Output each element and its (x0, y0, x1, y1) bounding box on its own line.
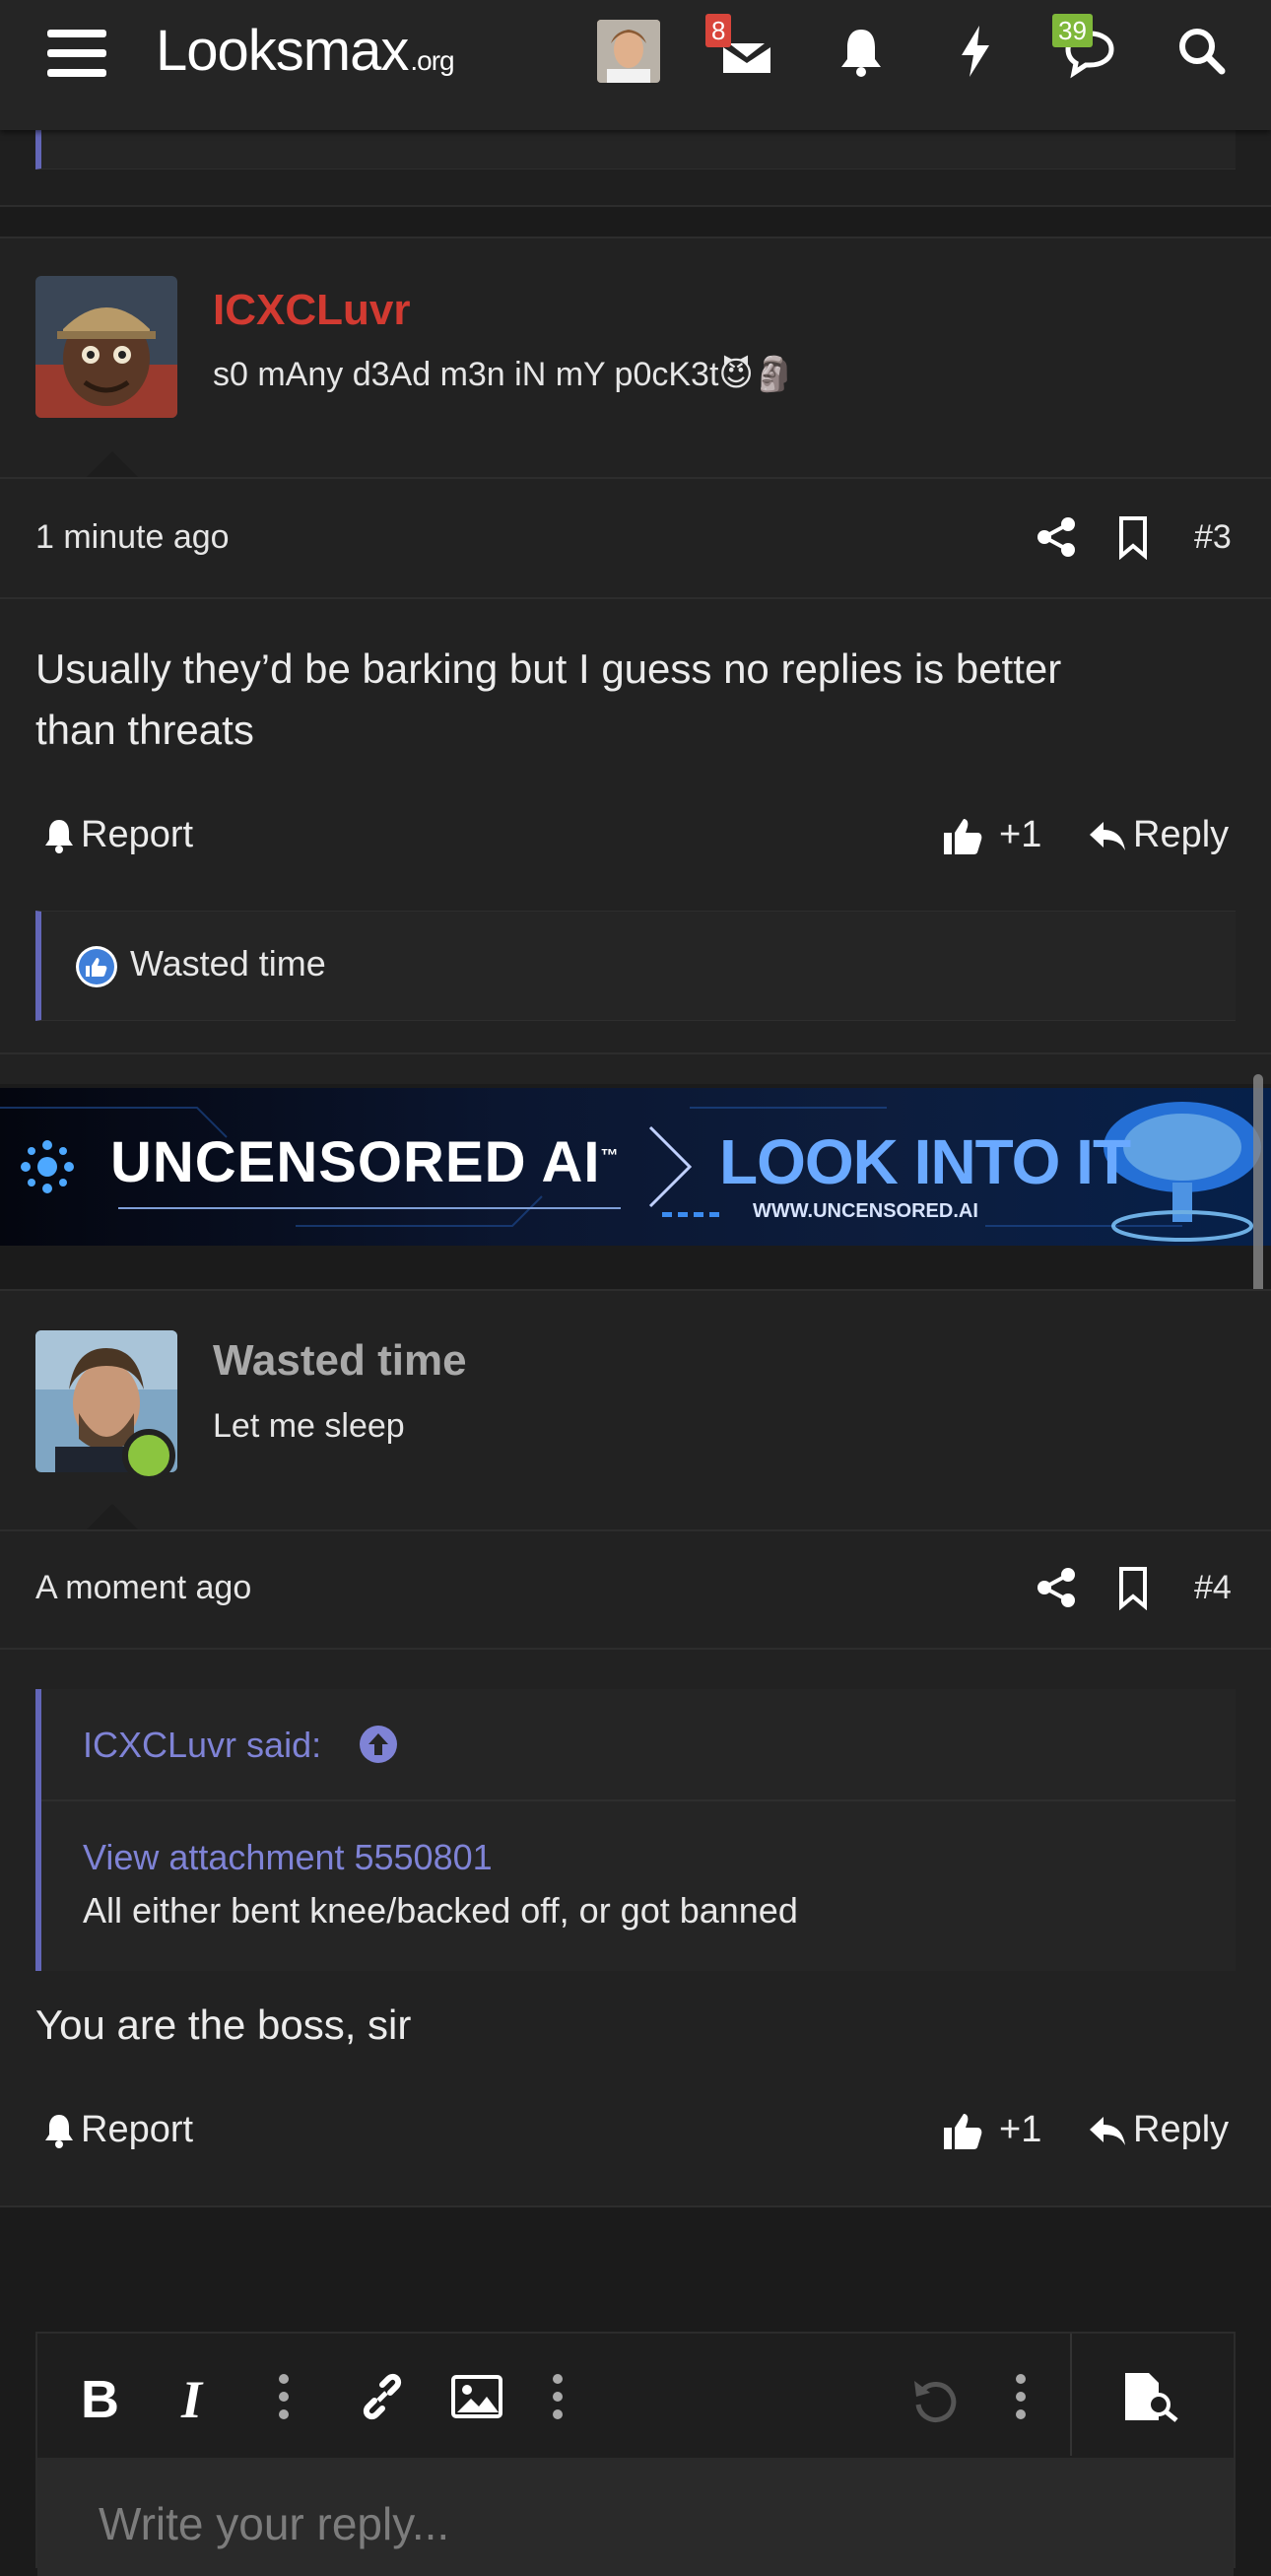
reply-arrow-icon (1090, 2116, 1125, 2145)
username-text: ICXCLuvr (213, 286, 411, 334)
bookmark-icon[interactable] (1115, 514, 1151, 561)
reply-input[interactable]: Write your reply... (37, 2458, 1234, 2576)
ad-left-text: UNCENSORED AI™ (110, 1129, 619, 1195)
previous-reaction-bar (35, 130, 1236, 169)
report-button[interactable]: Report (43, 814, 193, 856)
reply-button[interactable]: Reply (1088, 2109, 1229, 2151)
divider (0, 477, 1271, 479)
undo-icon[interactable] (908, 2373, 960, 2429)
divider (0, 597, 1271, 599)
image-icon[interactable] (451, 2375, 502, 2423)
thumbs-up-icon (944, 818, 982, 854)
menu-icon[interactable] (47, 30, 106, 79)
reaction-users[interactable]: Wasted time (130, 943, 326, 984)
post-time[interactable]: A moment ago (35, 1569, 251, 1607)
post-number[interactable]: #4 (1194, 1569, 1232, 1607)
quote-header[interactable]: ICXCLuvr said: (41, 1689, 1236, 1801)
share-icon[interactable] (1035, 1565, 1080, 1610)
bell-icon (45, 2114, 73, 2148)
more-text-options-icon[interactable] (276, 2373, 292, 2425)
ad-right-text: LOOK INTO IT (719, 1126, 1131, 1197)
like-reaction-icon (76, 946, 117, 987)
reply-button[interactable]: Reply (1088, 814, 1229, 856)
divider (0, 1648, 1271, 1650)
divider (0, 2205, 1271, 2207)
preview-icon[interactable] (1121, 2371, 1180, 2427)
jump-to-post-icon[interactable] (359, 1725, 398, 1764)
divider (0, 1052, 1271, 1054)
like-count: +1 (999, 814, 1042, 855)
logo-text: Looksmax (156, 19, 409, 83)
toolbar-separator (1070, 2334, 1072, 2456)
post-arrow (87, 451, 138, 477)
conversations-badge: 39 (1052, 14, 1093, 47)
account-avatar[interactable] (597, 20, 660, 83)
inbox-badge: 8 (705, 14, 732, 47)
logo-suffix: .org (410, 45, 454, 76)
share-icon[interactable] (1035, 514, 1080, 560)
bold-icon[interactable]: B (81, 2369, 119, 2430)
like-button[interactable]: +1 (942, 814, 1041, 856)
search-icon[interactable] (1171, 20, 1234, 83)
post-time[interactable]: 1 minute ago (35, 518, 230, 557)
thumbs-up-icon (944, 2113, 982, 2149)
post-body: You are the boss, sir (35, 2001, 412, 2048)
username[interactable]: ICXCLuvr (213, 286, 410, 335)
quote-block: ICXCLuvr said: View attachment 5550801 A… (35, 1689, 1236, 1971)
like-count: +1 (999, 2109, 1042, 2150)
ad-trademark: ™ (600, 1145, 620, 1166)
attachment-link[interactable]: View attachment 5550801 (83, 1837, 493, 1878)
report-label: Report (81, 2109, 194, 2150)
ad-url: WWW.UNCENSORED.AI (753, 1200, 978, 1222)
post-body-line: than threats (35, 707, 254, 753)
quote-author[interactable]: ICXCLuvr said: (83, 1725, 321, 1766)
post-number[interactable]: #3 (1194, 518, 1232, 557)
reaction-bar[interactable]: Wasted time (35, 911, 1236, 1021)
reply-arrow-icon (1090, 821, 1125, 850)
online-status-dot (122, 1429, 175, 1482)
reply-label: Reply (1133, 814, 1230, 855)
post-body-line: Usually they’d be barking but I guess no… (35, 645, 1062, 692)
report-label: Report (81, 814, 194, 855)
reply-editor: B I Write your reply... (35, 2332, 1236, 2576)
user-avatar[interactable] (35, 276, 177, 418)
divider (0, 1529, 1271, 1531)
post-body: Usually they’d be barking but I guess no… (35, 639, 1238, 761)
bookmark-icon[interactable] (1115, 1565, 1151, 1611)
italic-icon[interactable]: I (181, 2369, 202, 2430)
quote-text: All either bent knee/backed off, or got … (83, 1890, 798, 1931)
site-logo[interactable]: Looksmax.org (156, 18, 455, 84)
reply-placeholder: Write your reply... (99, 2498, 450, 2549)
link-icon[interactable] (357, 2371, 408, 2427)
bell-icon[interactable] (830, 20, 893, 83)
like-button[interactable]: +1 (942, 2109, 1041, 2151)
top-navbar: Looksmax.org 8 39 (0, 0, 1271, 130)
divider (0, 205, 1271, 207)
editor-toolbar: B I (37, 2334, 1234, 2456)
more-insert-options-icon[interactable] (550, 2373, 566, 2425)
lightning-icon[interactable] (944, 20, 1007, 83)
divider (0, 237, 1271, 238)
more-options-icon[interactable] (1013, 2373, 1029, 2425)
post-arrow (87, 1504, 138, 1529)
user-title: Let me sleep (213, 1407, 405, 1445)
bell-icon (45, 819, 73, 853)
reply-label: Reply (1133, 2109, 1230, 2150)
ad-banner[interactable]: UNCENSORED AI™ LOOK INTO IT WWW.UNCENSOR… (0, 1088, 1271, 1246)
user-title: s0 mAny d3Ad m3n iN mY p0cK3t😈🗿 (213, 356, 796, 393)
username[interactable]: Wasted time (213, 1336, 467, 1386)
report-button[interactable]: Report (43, 2109, 193, 2151)
ad-left-text-label: UNCENSORED AI (110, 1130, 601, 1194)
